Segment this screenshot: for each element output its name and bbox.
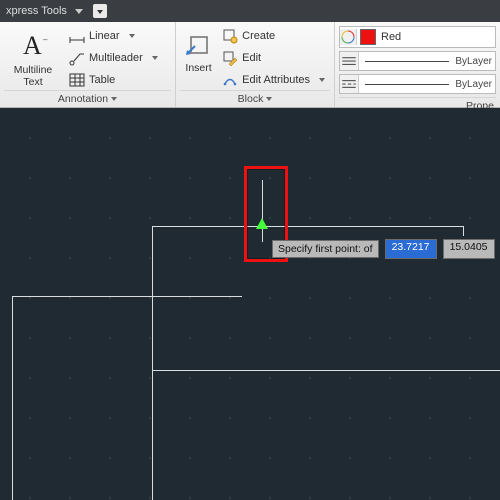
lineweight-label: ByLayer (455, 56, 495, 67)
create-label: Create (242, 30, 275, 42)
table-icon (69, 72, 85, 88)
lineweight-picker[interactable]: ByLayer (339, 51, 496, 71)
insert-icon (184, 30, 214, 60)
panel-properties: Red ByLayer ByLayer Prope (335, 22, 500, 107)
linetype-picker[interactable]: ByLayer (339, 74, 496, 94)
edit-button[interactable]: Edit (219, 48, 328, 68)
panel-title-block[interactable]: Block (180, 90, 330, 108)
panel-block: Insert Create Edit (176, 22, 335, 107)
edit-label: Edit (242, 52, 261, 64)
edit-attributes-button[interactable]: Edit Attributes (219, 70, 328, 90)
table-button[interactable]: Table (66, 70, 161, 90)
multiline-text-button[interactable]: A – Multiline Text (4, 24, 62, 88)
chevron-down-icon[interactable] (319, 78, 325, 82)
table-label: Table (89, 74, 115, 86)
title-dropdown-button[interactable] (93, 4, 107, 18)
endpoint-marker-icon (256, 218, 268, 229)
panel-annotation: A – Multiline Text Linear (0, 22, 176, 107)
edit-attributes-label: Edit Attributes (242, 74, 310, 86)
drawing-canvas[interactable]: Specify first point: of 23.7217 15.0405 (0, 108, 500, 500)
linear-label: Linear (89, 30, 120, 42)
svg-text:A: A (23, 31, 42, 60)
lineweight-icon (340, 52, 359, 70)
drawing-line (12, 296, 242, 297)
multileader-label: Multileader (89, 52, 143, 64)
drawing-line (463, 226, 464, 236)
coord-y-input[interactable]: 15.0405 (443, 239, 495, 259)
color-label: Red (379, 31, 495, 43)
tab-express-tools[interactable]: xpress Tools (6, 5, 67, 17)
prompt-text: Specify first point: of (272, 240, 379, 258)
chevron-down-icon (111, 97, 117, 101)
chevron-down-icon[interactable] (129, 34, 135, 38)
color-wheel-icon (340, 29, 357, 45)
drawing-line (152, 370, 500, 371)
svg-text:–: – (43, 35, 48, 44)
color-picker[interactable]: Red (339, 26, 496, 48)
ribbon: A – Multiline Text Linear (0, 22, 500, 108)
drawing-line (152, 370, 153, 500)
line-sample (365, 84, 449, 85)
edit-attributes-icon (222, 72, 238, 88)
linear-button[interactable]: Linear (66, 26, 161, 46)
insert-button[interactable]: Insert (180, 24, 217, 74)
title-bar: xpress Tools (0, 0, 500, 22)
linetype-label: ByLayer (455, 79, 495, 90)
linetype-icon (340, 75, 359, 93)
edit-icon (222, 50, 238, 66)
drawing-line (152, 226, 153, 370)
command-prompt: Specify first point: of 23.7217 15.0405 (272, 239, 495, 259)
chevron-down-icon[interactable] (75, 9, 83, 14)
create-button[interactable]: Create (219, 26, 328, 46)
linear-icon (69, 28, 85, 44)
insert-label: Insert (180, 62, 217, 74)
chevron-down-icon (266, 97, 272, 101)
coord-x-input[interactable]: 23.7217 (385, 239, 437, 259)
panel-title-annotation[interactable]: Annotation (4, 90, 171, 108)
drawing-line (12, 296, 13, 500)
multileader-button[interactable]: Multileader (66, 48, 161, 68)
line-sample (365, 61, 449, 62)
color-swatch (360, 29, 376, 45)
drawing-line (152, 226, 464, 227)
multiline-text-icon: A – (13, 28, 53, 62)
chevron-down-icon[interactable] (152, 56, 158, 60)
multiline-text-label: Multiline Text (4, 64, 62, 88)
multileader-icon (69, 50, 85, 66)
create-icon (222, 28, 238, 44)
